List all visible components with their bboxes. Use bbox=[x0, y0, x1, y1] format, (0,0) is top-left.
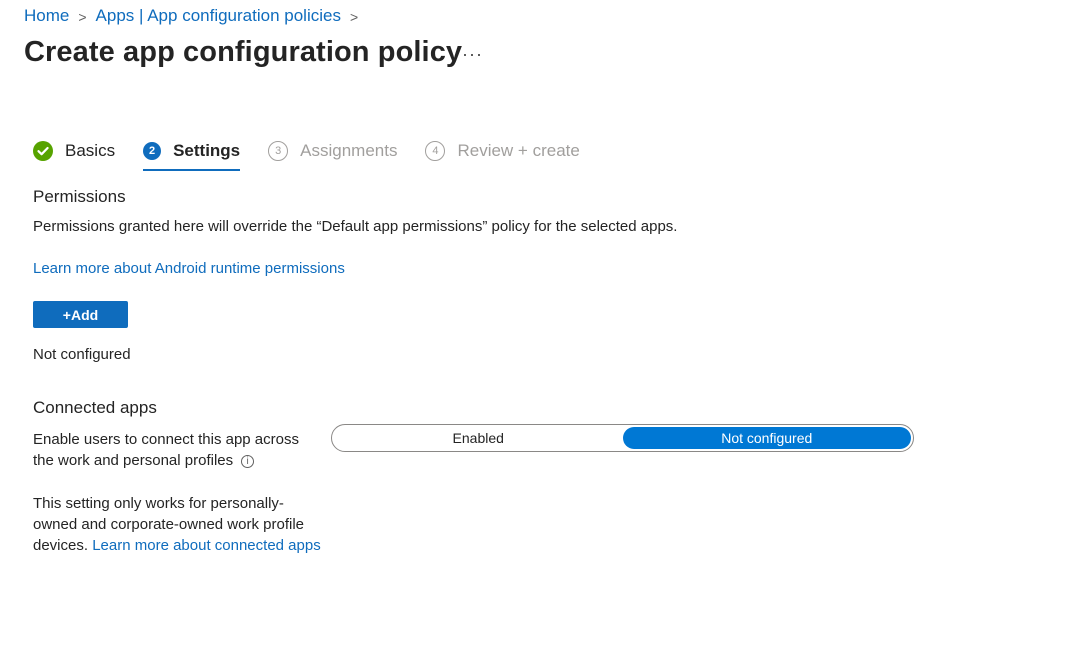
more-options-icon[interactable]: ··· bbox=[462, 44, 483, 65]
note-line3: devices. bbox=[33, 537, 93, 554]
tab-assignments-label: Assignments bbox=[300, 141, 398, 160]
note-line2: owned and corporate-owned work profile bbox=[33, 516, 304, 533]
permissions-status: Not configured bbox=[33, 346, 131, 363]
connected-apps-note: This setting only works for personally- … bbox=[33, 493, 321, 556]
connected-apps-heading: Connected apps bbox=[33, 398, 157, 417]
breadcrumb-home-link[interactable]: Home bbox=[24, 6, 69, 26]
chevron-right-icon: > bbox=[349, 9, 359, 25]
learn-more-connected-apps-link[interactable]: Learn more about connected apps bbox=[92, 537, 321, 554]
tab-settings-label: Settings bbox=[173, 141, 241, 160]
tab-assignments[interactable]: 3 Assignments bbox=[268, 138, 397, 164]
checkmark-icon bbox=[33, 141, 53, 161]
add-permission-button[interactable]: +Add bbox=[33, 301, 128, 328]
connected-apps-toggle[interactable]: Enabled Not configured bbox=[331, 424, 914, 452]
note-line1: This setting only works for personally- bbox=[33, 495, 284, 512]
tab-basics[interactable]: Basics bbox=[33, 138, 115, 164]
info-icon[interactable]: i bbox=[241, 455, 255, 468]
tab-settings[interactable]: 2 Settings bbox=[143, 138, 241, 171]
learn-more-permissions-link[interactable]: Learn more about Android runtime permiss… bbox=[33, 258, 345, 279]
toggle-option-enabled[interactable]: Enabled bbox=[334, 427, 623, 449]
breadcrumb: Home > Apps | App configuration policies… bbox=[24, 6, 367, 26]
toggle-option-not-configured[interactable]: Not configured bbox=[622, 427, 911, 449]
tab-review-create-label: Review + create bbox=[457, 141, 580, 160]
setting-label-line1: Enable users to connect this app across bbox=[33, 431, 299, 448]
step-3-badge: 3 bbox=[268, 141, 289, 161]
chevron-right-icon: > bbox=[78, 9, 87, 25]
setting-label-line2: the work and personal profiles bbox=[33, 452, 234, 469]
connected-apps-setting-label: Enable users to connect this app across … bbox=[33, 429, 299, 471]
wizard-steps: Basics 2 Settings 3 Assignments 4 Review… bbox=[33, 138, 608, 174]
breadcrumb-app-config-policies-link[interactable]: Apps | App configuration policies bbox=[96, 6, 341, 26]
tab-review-create[interactable]: 4 Review + create bbox=[425, 138, 580, 164]
step-4-badge: 4 bbox=[425, 141, 446, 161]
permissions-description: Permissions granted here will override t… bbox=[33, 218, 678, 235]
permissions-heading: Permissions bbox=[33, 187, 126, 206]
tab-basics-label: Basics bbox=[65, 141, 116, 160]
step-2-badge: 2 bbox=[143, 142, 162, 160]
page-title: Create app configuration policy bbox=[24, 36, 463, 68]
